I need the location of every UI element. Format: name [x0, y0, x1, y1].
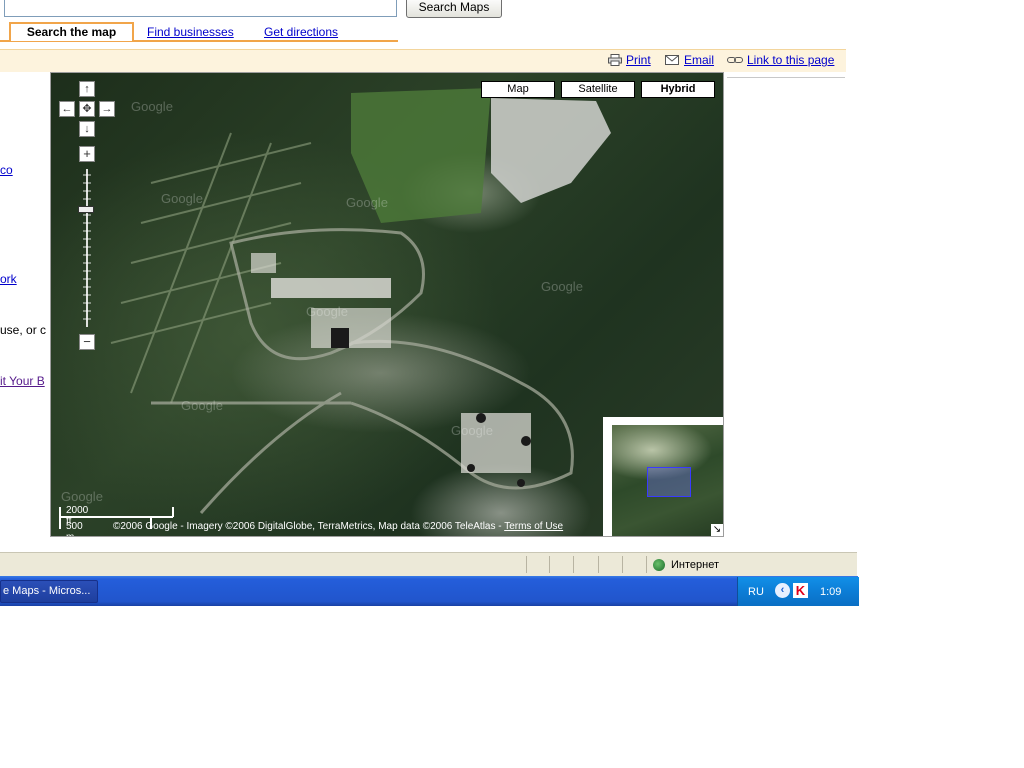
zoom-out-button[interactable]: −	[79, 334, 95, 350]
search-maps-button[interactable]: Search Maps	[406, 0, 502, 18]
svg-text:Google: Google	[306, 304, 348, 319]
status-divider	[622, 556, 623, 573]
security-zone-label: Интернет	[671, 559, 719, 571]
satellite-map[interactable]: Google Google Google Google Google Google G…	[50, 72, 724, 537]
chain-link-icon	[727, 57, 743, 63]
zoom-in-button[interactable]: +	[79, 146, 95, 162]
pan-down-button[interactable]: ↓	[79, 121, 95, 137]
link-to-this-page[interactable]: Link to this page	[747, 53, 834, 67]
overview-viewport-rect[interactable]	[647, 467, 691, 497]
map-copyright: ©2006 Google - Imagery ©2006 DigitalGlob…	[113, 521, 563, 532]
globe-icon	[653, 559, 665, 571]
status-divider	[573, 556, 574, 573]
svg-text:Google: Google	[346, 195, 388, 210]
pan-right-button[interactable]: →	[99, 101, 115, 117]
tab-get-directions[interactable]: Get directions	[264, 25, 338, 39]
overview-map-imagery[interactable]: ↘	[612, 425, 723, 536]
map-type-hybrid-button[interactable]: Hybrid	[641, 81, 715, 98]
sidebar-link-fragment-3[interactable]: it Your B	[0, 374, 45, 388]
language-indicator[interactable]: RU	[748, 586, 764, 598]
zoom-slider-track[interactable]	[83, 169, 91, 327]
clock[interactable]: 1:09	[820, 586, 841, 598]
status-divider	[526, 556, 527, 573]
svg-text:Google: Google	[61, 489, 103, 504]
tab-find-businesses[interactable]: Find businesses	[147, 25, 234, 39]
map-type-satellite-button[interactable]: Satellite	[561, 81, 635, 98]
email-icon	[665, 55, 679, 65]
pan-up-button[interactable]: ↑	[79, 81, 95, 97]
email-link[interactable]: Email	[684, 53, 714, 67]
print-link[interactable]: Print	[626, 53, 651, 67]
status-divider	[598, 556, 599, 573]
map-type-map-button[interactable]: Map	[481, 81, 555, 98]
svg-text:Google: Google	[161, 191, 203, 206]
pan-center-button[interactable]: ✥	[79, 101, 95, 117]
sidebar-link-3-text[interactable]: it Your B	[0, 374, 45, 388]
divider	[727, 77, 845, 78]
taskbar	[0, 576, 858, 606]
sidebar-text-fragment: use, or c	[0, 323, 47, 337]
overview-toggle-icon[interactable]: ↘	[711, 524, 723, 536]
svg-text:Google: Google	[451, 423, 493, 438]
kaspersky-icon[interactable]: K	[793, 583, 808, 598]
status-divider	[549, 556, 550, 573]
svg-text:Google: Google	[541, 279, 583, 294]
svg-text:Google: Google	[181, 398, 223, 413]
sidebar-link-fragment-2[interactable]: ork	[0, 272, 17, 286]
action-bar	[0, 49, 846, 72]
taskbar-window-button[interactable]: e Maps - Micros...	[0, 580, 98, 603]
scale-label-metric: 500 m	[66, 521, 83, 536]
overview-map[interactable]: ↘	[603, 417, 723, 536]
sidebar-link-1-text[interactable]: co	[0, 163, 13, 177]
sidebar-link-fragment-1[interactable]: co	[0, 163, 13, 177]
status-divider	[646, 556, 647, 573]
tab-search-the-map[interactable]: Search the map	[9, 22, 134, 41]
pan-left-button[interactable]: ←	[59, 101, 75, 117]
printer-icon	[608, 54, 622, 66]
zoom-slider-thumb[interactable]	[78, 206, 94, 213]
svg-text:Google: Google	[131, 99, 173, 114]
browser-status-bar	[0, 552, 857, 576]
sidebar-link-2-text[interactable]: ork	[0, 272, 17, 286]
show-hidden-icons-icon[interactable]: ‹	[775, 583, 790, 598]
search-input[interactable]	[4, 0, 397, 17]
copyright-text: ©2006 Google - Imagery ©2006 DigitalGlob…	[113, 521, 505, 532]
terms-of-use-link[interactable]: Terms of Use	[504, 521, 563, 532]
